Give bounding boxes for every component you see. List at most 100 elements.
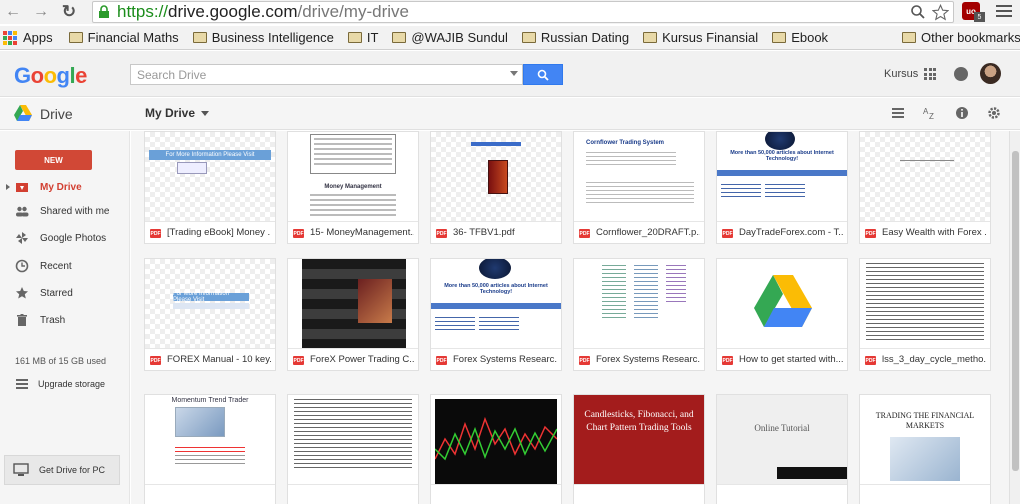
bookmark-folder[interactable]: IT	[344, 27, 383, 49]
file-name: Easy Wealth with Forex ...	[882, 227, 986, 238]
bookmark-star-icon[interactable]	[932, 3, 949, 21]
sidebar-item-shared[interactable]: Shared with me	[0, 201, 130, 221]
thumb-heading: More than 50,000 articles about Internet…	[444, 283, 548, 295]
file-card[interactable]: PDF Easy Wealth with Forex ...	[859, 131, 991, 244]
pdf-icon: PDF	[436, 229, 447, 238]
pdf-icon: PDF	[436, 356, 447, 365]
forward-button[interactable]: →	[30, 1, 52, 23]
zoom-icon[interactable]	[910, 4, 926, 20]
info-icon[interactable]	[955, 106, 969, 120]
gear-icon[interactable]	[987, 106, 1001, 120]
sidebar-item-trash[interactable]: Trash	[0, 310, 130, 330]
file-card[interactable]: PDF lss_3_day_cycle_metho...	[859, 258, 991, 371]
file-name: [Trading eBook] Money ...	[167, 227, 271, 238]
scroll-thumb[interactable]	[1012, 151, 1019, 471]
people-icon	[16, 206, 29, 217]
sidebar-item-my-drive[interactable]: My Drive	[0, 177, 130, 197]
avatar[interactable]	[980, 63, 1001, 84]
file-card[interactable]	[430, 394, 562, 504]
folder-icon	[392, 32, 407, 43]
pdf-icon: PDF	[865, 356, 876, 365]
file-card[interactable]: TRADING THE FINANCIAL MARKETS	[859, 394, 991, 504]
bookmark-label: Apps	[23, 30, 53, 45]
bookmark-other[interactable]: Other bookmarks	[898, 27, 1020, 49]
new-button[interactable]: NEW	[15, 150, 92, 170]
get-drive-label: Get Drive for PC	[39, 465, 106, 475]
file-card[interactable]: For More Information Please Visit PDF FOR…	[144, 258, 276, 371]
file-thumbnail	[431, 395, 561, 485]
file-card[interactable]: For More Information Please Visit PDF [Tr…	[144, 131, 276, 244]
file-card[interactable]: More than 50,000 articles about Internet…	[716, 131, 848, 244]
sidebar-item-starred[interactable]: Starred	[0, 283, 130, 303]
bookmark-folder[interactable]: Kursus Finansial	[639, 27, 762, 49]
drive-logo-icon	[754, 275, 812, 327]
url-host: drive.google.com	[168, 2, 298, 21]
file-name: lss_3_day_cycle_metho...	[882, 354, 986, 365]
sidebar-item-label: Google Photos	[40, 232, 107, 244]
file-card[interactable]: More than 50,000 articles about Internet…	[430, 258, 562, 371]
sidebar-item-recent[interactable]: Recent	[0, 256, 130, 276]
folder-icon	[192, 32, 207, 43]
pdf-icon: PDF	[722, 356, 733, 365]
file-card[interactable]	[287, 394, 419, 504]
sidebar: NEW My Drive Shared with me Google Photo…	[0, 131, 130, 504]
file-card[interactable]: Cornflower Trading System PDF Cornflower_…	[573, 131, 705, 244]
pdf-icon: PDF	[722, 229, 733, 238]
search-button[interactable]	[523, 64, 563, 85]
bookmark-folder[interactable]: Russian Dating	[518, 27, 633, 49]
bookmark-label: Russian Dating	[540, 30, 630, 45]
chart-thumbnail-icon	[435, 416, 557, 461]
apps-launcher-icon[interactable]	[924, 68, 936, 80]
notifications-icon[interactable]	[954, 67, 968, 81]
bookmark-label: Ebook	[791, 30, 829, 45]
bookmark-label: Financial Maths	[87, 30, 179, 45]
bookmark-label: IT	[366, 30, 379, 45]
reload-button[interactable]: ↻	[58, 1, 80, 23]
scrollbar[interactable]	[1009, 131, 1020, 504]
file-thumbnail	[431, 132, 561, 222]
bookmark-folder[interactable]: @WAJIB Sundul	[388, 27, 512, 49]
thumb-heading: Money Management	[324, 184, 382, 190]
file-name: FOREX Manual - 10 key...	[167, 354, 271, 365]
pdf-icon: PDF	[293, 356, 304, 365]
sort-az-icon[interactable]: AZ	[923, 106, 937, 120]
upgrade-storage-link[interactable]: Upgrade storage	[0, 374, 130, 394]
file-card[interactable]: PDF ForeX Power Trading C...	[287, 258, 419, 371]
file-thumbnail	[288, 395, 418, 485]
back-button[interactable]: ←	[2, 1, 24, 23]
file-card[interactable]: Momentum Trend Trader	[144, 394, 276, 504]
search-options-icon[interactable]	[510, 71, 518, 76]
storage-usage: 161 MB of 15 GB used	[15, 356, 107, 366]
file-card[interactable]: Online Tutorial	[716, 394, 848, 504]
get-drive-button[interactable]: Get Drive for PC	[4, 455, 120, 485]
file-thumbnail: More than 50,000 articles about Internet…	[431, 259, 561, 349]
bookmark-label: Business Intelligence	[211, 30, 334, 45]
bookmark-label: Other bookmarks	[921, 30, 1020, 45]
bookmark-folder[interactable]: Financial Maths	[65, 27, 183, 49]
file-thumbnail: TRADING THE FINANCIAL MARKETS	[860, 395, 990, 485]
address-bar[interactable]: https://drive.google.com/drive/my-drive	[92, 1, 954, 23]
search-input[interactable]: Search Drive	[130, 64, 523, 85]
thumb-banner: For More Information Please Visit	[149, 150, 271, 160]
sidebar-item-photos[interactable]: Google Photos	[0, 228, 130, 248]
file-thumbnail: Momentum Trend Trader	[145, 395, 275, 485]
account-name[interactable]: Kursus	[884, 68, 918, 80]
file-card[interactable]: Money Management PDF 15- MoneyManagement.…	[287, 131, 419, 244]
my-drive-menu[interactable]: My Drive	[145, 106, 210, 120]
file-thumbnail: Cornflower Trading System	[574, 132, 704, 222]
bookmark-folder[interactable]: Business Intelligence	[189, 27, 338, 49]
pdf-icon: PDF	[579, 229, 590, 238]
expand-arrow-icon[interactable]	[6, 184, 10, 190]
bookmark-folder[interactable]: Ebook	[768, 27, 832, 49]
file-card[interactable]: PDF 36- TFBV1.pdf	[430, 131, 562, 244]
file-card[interactable]: PDF Forex Systems Researc...	[573, 258, 705, 371]
file-card[interactable]: PDF How to get started with...	[716, 258, 848, 371]
bookmark-apps[interactable]: Apps	[0, 27, 57, 49]
file-card[interactable]: Candlesticks, Fibonacci, and Chart Patte…	[573, 394, 705, 504]
google-logo[interactable]: Google	[14, 63, 87, 89]
search-placeholder: Search Drive	[137, 67, 207, 82]
list-view-icon[interactable]	[891, 106, 905, 120]
star-icon	[16, 287, 28, 299]
extension-badge: 5	[974, 12, 985, 22]
chrome-menu-icon[interactable]	[996, 2, 1012, 20]
